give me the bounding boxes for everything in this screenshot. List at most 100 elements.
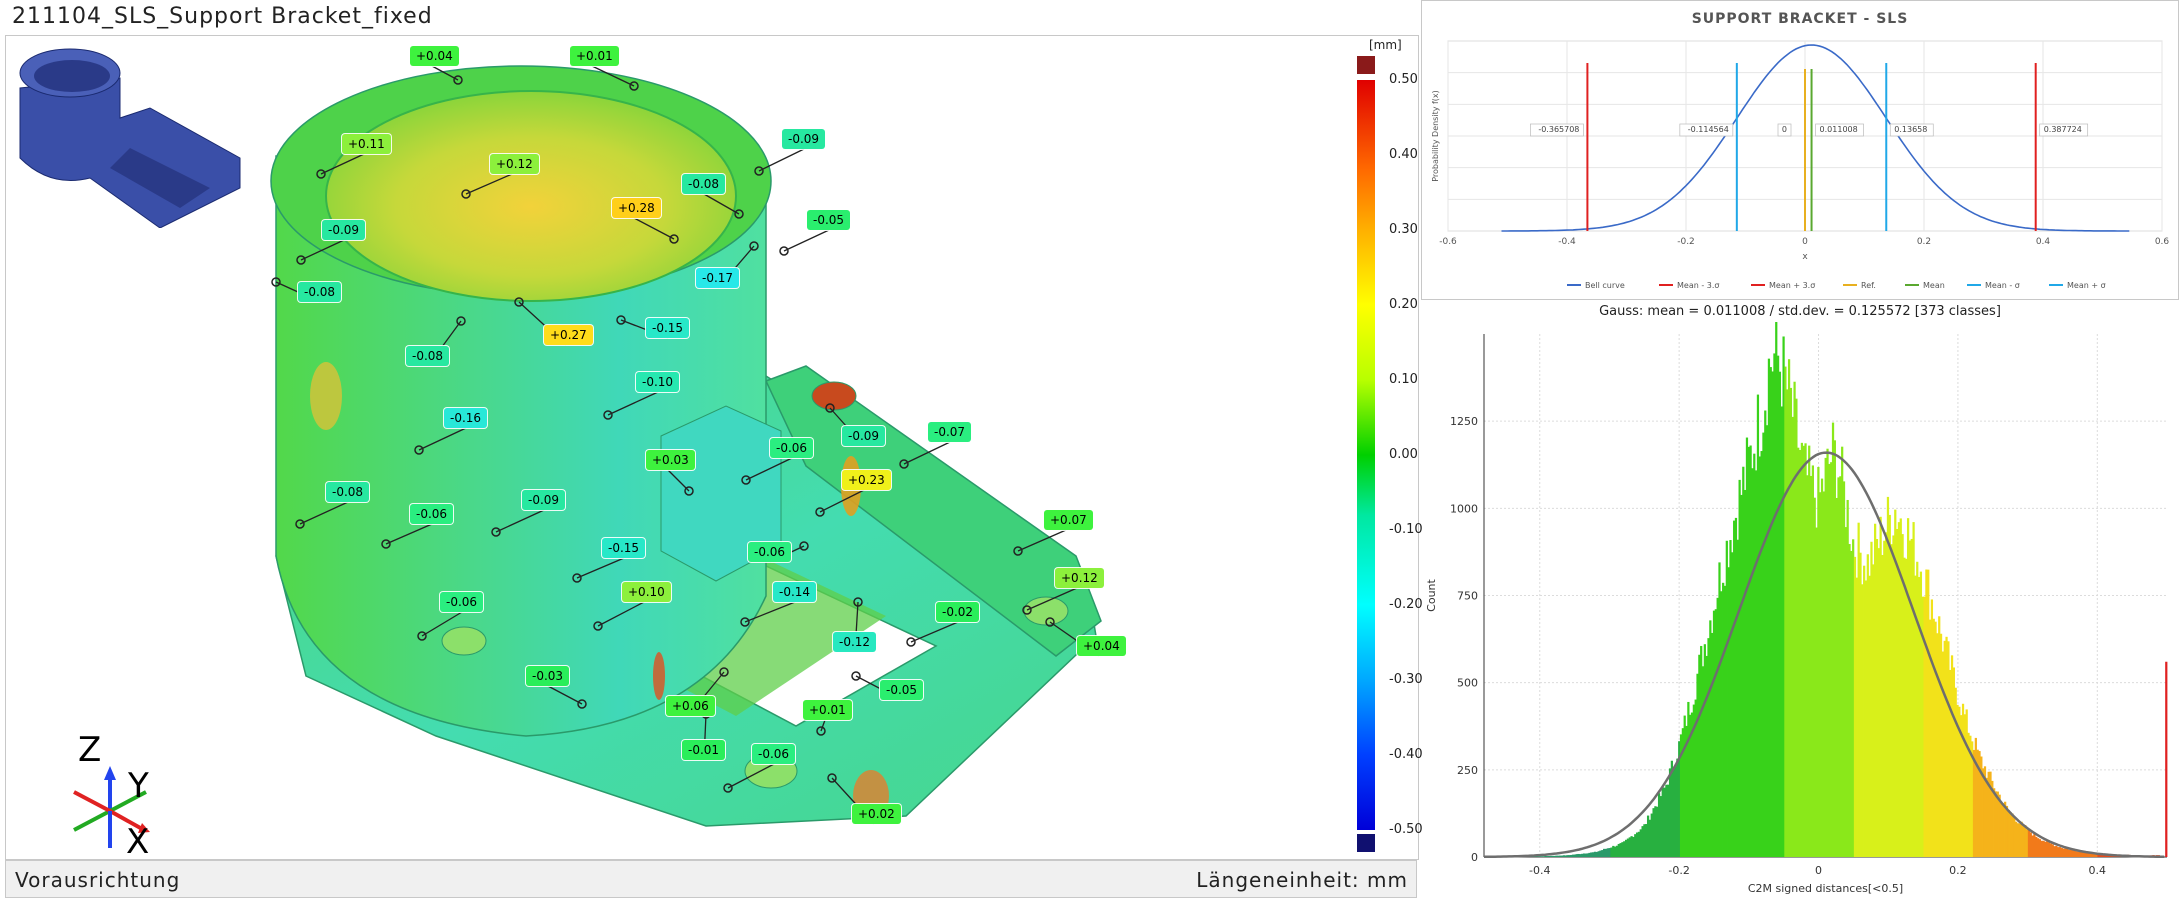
cylinder-bore: [325, 90, 737, 302]
deviation-callout[interactable]: +0.06: [666, 696, 715, 716]
alignment-status: Vorausrichtung: [15, 868, 181, 892]
hole-left: [441, 626, 487, 656]
gauss-legend-label: Mean - σ: [1985, 281, 2020, 290]
gauss-caption: Gauss: mean = 0.011008 / std.dev. = 0.12…: [1599, 304, 2001, 319]
gauss-legend-label: Mean - 3.σ: [1677, 281, 1719, 290]
scale-tick-label: 0.10: [1389, 372, 1418, 387]
scale-tick-label: 0.40: [1389, 147, 1418, 162]
gauss-legend-label: Bell curve: [1585, 281, 1625, 290]
deviation-callout[interactable]: +0.11: [342, 134, 391, 154]
gauss-x-tick-label: 0.4: [2036, 237, 2051, 247]
gauss-legend-label: Mean + 3.σ: [1769, 281, 1815, 290]
deviation-callout[interactable]: +0.27: [544, 325, 593, 345]
deviation-callout[interactable]: -0.07: [928, 422, 972, 442]
hist-y-tick-label: 250: [1457, 764, 1478, 777]
deviation-callout[interactable]: +0.01: [803, 700, 852, 720]
deviation-callout[interactable]: -0.09: [322, 220, 366, 240]
deviation-callout[interactable]: -0.08: [326, 482, 370, 502]
deviation-callout[interactable]: -0.09: [782, 129, 826, 149]
hist-y-tick-label: 750: [1457, 590, 1478, 603]
gauss-chart-panel: SUPPORT BRACKET - SLS -0.6 -0.4 -0.2 0 0.2 0.…: [1421, 0, 2179, 300]
gauss-y-axis-label: Probability Density f(x): [1431, 90, 1440, 182]
gauss-line-value-text: 0.387724: [2044, 125, 2082, 134]
deviation-callout[interactable]: -0.17: [696, 268, 740, 288]
gauss-line-value-label: -0.114564: [1679, 123, 1734, 137]
histogram-chart: 0 250 500 750 1000 1250 -0.4 -0.2 0 0.2 0.4 C2M sig…: [1425, 322, 2168, 895]
scale-tick-label: -0.10: [1389, 522, 1423, 537]
deviation-callout[interactable]: -0.06: [770, 438, 814, 458]
hist-x-tick-label: 0: [1815, 864, 1822, 877]
part-thumbnail: [19, 48, 241, 228]
deviation-callout[interactable]: +0.01: [570, 46, 619, 66]
axis-z-label: Z: [78, 730, 102, 770]
axis-triad: Z Y X: [50, 730, 170, 860]
scale-overflow-low: [1357, 834, 1375, 852]
deviation-callout[interactable]: -0.15: [602, 538, 646, 558]
scale-overflow-high: [1357, 56, 1375, 74]
deviation-callout[interactable]: +0.03: [646, 450, 695, 470]
gauss-line-value-label: 0.13658: [1889, 123, 1934, 137]
scale-tick-label: -0.30: [1389, 672, 1423, 687]
color-scale-bar: [1357, 80, 1375, 830]
scale-unit: [mm]: [1369, 38, 1402, 52]
deviation-callout[interactable]: -0.08: [298, 282, 342, 302]
deviation-callout[interactable]: -0.05: [807, 210, 851, 230]
deviation-callout[interactable]: -0.10: [636, 372, 680, 392]
deviation-callout[interactable]: -0.06: [410, 504, 454, 524]
gauss-line-value-text: 0.13658: [1894, 125, 1927, 134]
deviation-callout[interactable]: +0.23: [842, 470, 891, 490]
document-title: 211104_SLS_Support Bracket_fixed: [12, 4, 433, 29]
gauss-line-value-text: 0.011008: [1820, 125, 1858, 134]
axis-y-label: Y: [128, 766, 149, 806]
deviation-callout[interactable]: +0.04: [410, 46, 459, 66]
hole-top: [811, 381, 857, 411]
hist-y-tick-label: 0: [1471, 851, 1478, 864]
status-bar: Vorausrichtung Längeneinheit: mm: [5, 860, 1417, 898]
3d-viewport[interactable]: Z Y X +0.04 +0.01 +0.11 -0.09 +0.12 -0.08 +0.2…: [5, 35, 1419, 860]
deviation-callout[interactable]: -0.09: [842, 426, 886, 446]
deviation-callout[interactable]: -0.12: [833, 632, 877, 652]
gauss-legend-label: Mean + σ: [2067, 281, 2106, 290]
hist-y-axis-label: Count: [1425, 578, 1438, 611]
hole-right: [1023, 596, 1069, 626]
axis-x-label: X: [126, 822, 150, 860]
deviation-callout[interactable]: -0.06: [752, 744, 796, 764]
scale-tick-label: -0.40: [1389, 747, 1423, 762]
gauss-x-tick-label: -0.4: [1558, 237, 1576, 247]
deviation-callout[interactable]: -0.05: [880, 680, 924, 700]
hist-x-tick-label: 0.2: [1949, 864, 1967, 877]
gauss-x-tick-label: -0.2: [1677, 237, 1695, 247]
deviation-callout[interactable]: +0.10: [622, 582, 671, 602]
length-unit-status: Längeneinheit: mm: [1196, 868, 1408, 892]
gauss-legend-label: Ref.: [1861, 281, 1876, 290]
gauss-x-axis-label: x: [1802, 252, 1808, 262]
deviation-callout[interactable]: -0.16: [444, 408, 488, 428]
deviation-callout[interactable]: -0.09: [522, 490, 566, 510]
deviation-callout[interactable]: -0.14: [773, 582, 817, 602]
gauss-line-value-text: 0: [1782, 125, 1787, 134]
deviation-callout[interactable]: -0.02: [936, 602, 980, 622]
deviation-callout[interactable]: -0.01: [682, 740, 726, 760]
deviation-callout[interactable]: +0.02: [852, 804, 901, 824]
gauss-line-value-text: -0.365708: [1538, 125, 1579, 134]
gauss-x-tick-label: -0.6: [1439, 237, 1457, 247]
hist-x-tick-label: -0.2: [1668, 864, 1689, 877]
histogram-bar: [2165, 661, 2168, 857]
deviation-callout[interactable]: +0.07: [1044, 510, 1093, 530]
scale-tick-label: -0.50: [1389, 822, 1423, 837]
deviation-callout[interactable]: -0.08: [682, 174, 726, 194]
deviation-callout[interactable]: -0.08: [406, 346, 450, 366]
gauss-line-value-label: -0.365708: [1530, 123, 1584, 137]
deviation-callout[interactable]: -0.15: [646, 318, 690, 338]
deviation-callout[interactable]: -0.03: [526, 666, 570, 686]
gauss-chart: -0.6 -0.4 -0.2 0 0.2 0.4 0.6 x Probability Densi…: [1431, 40, 2169, 290]
gauss-line-value-text: -0.114564: [1688, 125, 1729, 134]
deviation-callout[interactable]: +0.28: [612, 198, 661, 218]
deviation-callout[interactable]: -0.06: [748, 542, 792, 562]
scale-tick-label: -0.20: [1389, 597, 1423, 612]
deviation-callout[interactable]: -0.06: [440, 592, 484, 612]
deviation-callout[interactable]: +0.12: [490, 154, 539, 174]
deviation-callout[interactable]: +0.12: [1055, 568, 1104, 588]
deviation-callout[interactable]: +0.04: [1077, 636, 1126, 656]
gauss-line-value-label: 0.011008: [1815, 123, 1864, 137]
